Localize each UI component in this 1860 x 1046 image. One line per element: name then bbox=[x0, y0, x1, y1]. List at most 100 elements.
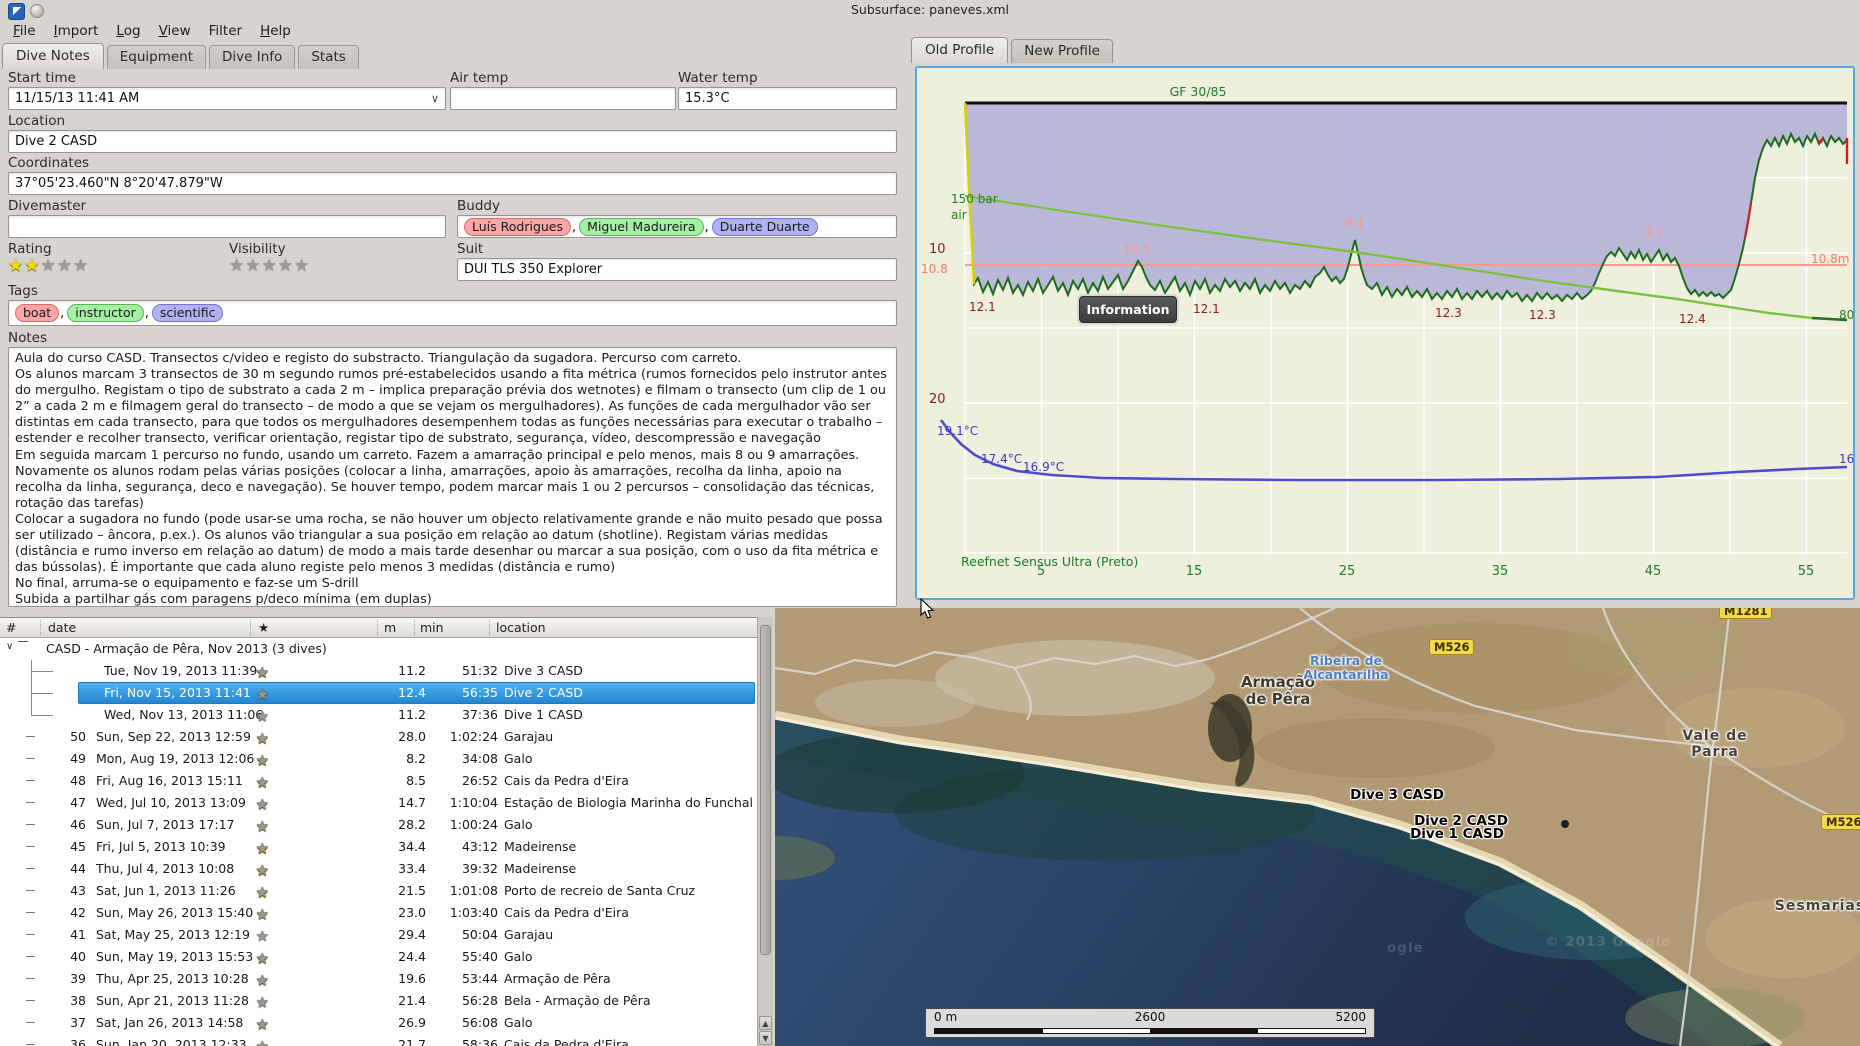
tags-label: Tags bbox=[8, 283, 38, 299]
dive-row[interactable]: Tue, Nov 19, 2013 11:39 ★ ★ ★ ★ ★ 11.2 51:32 Div… bbox=[0, 660, 757, 682]
tab-dive-info[interactable]: Dive Info bbox=[209, 45, 296, 69]
scroll-down-icon[interactable]: ▼ bbox=[759, 1031, 772, 1045]
menu-log[interactable]: Log bbox=[107, 22, 149, 40]
dive-row[interactable]: 43 Sat, Jun 1, 2013 11:26 ★ ★ ★ ★ ★ 21.5 1:01:08… bbox=[0, 880, 757, 902]
dive-row[interactable]: 44 Thu, Jul 4, 2013 10:08 ★ ★ ★ ★ ★ 33.4 39:32 Ma… bbox=[0, 858, 757, 880]
chart-peak-label: 9.1 bbox=[1345, 216, 1365, 230]
menu-view[interactable]: View bbox=[150, 22, 200, 40]
chevron-down-icon[interactable]: ∨ bbox=[431, 92, 439, 105]
dive-row[interactable]: 39 Thu, Apr 25, 2013 10:28 ★ ★ ★ ★ ★ 19.6 53:44 A… bbox=[0, 968, 757, 990]
tags-input[interactable]: boat, instructor, scientific bbox=[8, 300, 897, 326]
tag-chip[interactable]: instructor bbox=[67, 304, 144, 322]
menu-import[interactable]: Import bbox=[45, 22, 108, 40]
star-empty-icon: ★ bbox=[294, 256, 311, 276]
star-empty-icon: ★ bbox=[73, 256, 90, 276]
dive-row[interactable]: 48 Fri, Aug 16, 2013 15:11 ★ ★ ★ ★ ★ 8.5 26:52 Ca… bbox=[0, 770, 757, 792]
time-axis-label: 5 bbox=[1036, 564, 1046, 579]
depth-axis-label: 20 bbox=[929, 392, 946, 407]
dive-row[interactable]: 41 Sat, May 25, 2013 12:19 ★ ★ ★ ★ ★ 29.4 50:04 G… bbox=[0, 924, 757, 946]
column-header-2[interactable]: ★ bbox=[258, 620, 269, 635]
column-header-1[interactable]: date bbox=[48, 620, 76, 635]
star-empty-icon: ★ bbox=[256, 973, 271, 989]
rating-stars[interactable]: ★★★★★ bbox=[8, 256, 89, 276]
start-time-input[interactable]: 11/15/13 11:41 AM ∨ bbox=[8, 87, 446, 110]
scrollbar-thumb[interactable] bbox=[760, 625, 771, 955]
tag-chip[interactable]: boat bbox=[15, 304, 60, 322]
dive-row[interactable]: Fri, Nov 15, 2013 11:41 ★ ★ ★ ★ ★ 12.4 56:35 Div… bbox=[0, 682, 757, 704]
start-time-label: Start time bbox=[8, 70, 76, 86]
dive-row[interactable]: 40 Sun, May 19, 2013 15:53 ★ ★ ★ ★ ★ 24.4 55:40 G… bbox=[0, 946, 757, 968]
star-empty-icon: ★ bbox=[256, 665, 271, 681]
coordinates-input[interactable]: 37°05'23.460"N 8°20'47.879"W bbox=[8, 172, 897, 195]
column-header-4[interactable]: min bbox=[420, 620, 444, 635]
gf-label: GF 30/85 bbox=[1169, 84, 1227, 99]
dive-row[interactable]: 36Sun, Jan 20, 2013 12:33★★★★★21.758:36C… bbox=[0, 1034, 757, 1046]
chart-mean-label: 10.8m bbox=[1811, 252, 1850, 266]
dive-row[interactable]: Wed, Nov 13, 2013 11:06 ★ ★ ★ ★ ★ 11.2 37:36 Div… bbox=[0, 704, 757, 726]
scale-end: 5200 bbox=[1335, 1010, 1366, 1024]
star-empty-icon: ★ bbox=[256, 863, 271, 879]
dive-site-label: Dive 3 CASD bbox=[1350, 787, 1444, 803]
visibility-stars[interactable]: ★★★★★ bbox=[229, 256, 310, 276]
water-temp-input[interactable]: 15.3°C bbox=[678, 87, 897, 110]
menu-help[interactable]: Help bbox=[251, 22, 300, 40]
dive-row[interactable]: 42 Sun, May 26, 2013 15:40 ★ ★ ★ ★ ★ 23.0 1:03:4… bbox=[0, 902, 757, 924]
dive-list-header[interactable]: # date ★ m min location bbox=[0, 618, 757, 638]
chart-pressure-label: 80 bbox=[1839, 308, 1855, 322]
chart-mean-label: 10.8 bbox=[921, 262, 948, 276]
dive-row[interactable]: 38 Sun, Apr 21, 2013 11:28 ★ ★ ★ ★ ★ 21.4 56:28 B… bbox=[0, 990, 757, 1012]
trip-group-row[interactable]: ∨ CASD - Armação de Pêra, Nov 2013 (3 div… bbox=[0, 638, 757, 660]
dive-row[interactable]: 45 Fri, Jul 5, 2013 10:39 ★ ★ ★ ★ ★ 34.4 43:12 Ma… bbox=[0, 836, 757, 858]
divemaster-label: Divemaster bbox=[8, 198, 87, 214]
location-input[interactable]: Dive 2 CASD bbox=[8, 130, 897, 153]
buddy-input[interactable]: Luís Rodrigues, Miguel Madureira, Duarte D… bbox=[457, 215, 897, 238]
column-header-0[interactable]: # bbox=[6, 620, 16, 635]
map-place-label: Ribeira de Alcantarilha bbox=[1303, 653, 1389, 682]
column-header-5[interactable]: location bbox=[496, 620, 546, 635]
buddy-chip[interactable]: Miguel Madureira bbox=[579, 218, 704, 236]
buddy-chip[interactable]: Luís Rodrigues bbox=[464, 218, 572, 236]
divemaster-input[interactable] bbox=[8, 215, 446, 238]
scroll-up-icon[interactable]: ▲ bbox=[759, 1016, 772, 1030]
dive-site-label: Dive 1 CASD bbox=[1410, 826, 1504, 842]
menu-file[interactable]: File bbox=[4, 22, 45, 40]
map-place-label: Vale de Parra bbox=[1682, 728, 1748, 760]
air-temp-input[interactable] bbox=[450, 87, 676, 110]
tab-stats[interactable]: Stats bbox=[298, 45, 359, 69]
star-empty-icon: ★ bbox=[40, 256, 57, 276]
depth-axis-label: 10 bbox=[929, 242, 946, 257]
menu-bar: File Import Log View Filter Help bbox=[4, 22, 300, 42]
dive-row[interactable]: 47 Wed, Jul 10, 2013 13:09 ★ ★ ★ ★ ★ 14.7 1:10:0… bbox=[0, 792, 757, 814]
star-filled-icon: ★ bbox=[24, 256, 41, 276]
tag-chip[interactable]: scientific bbox=[151, 304, 224, 322]
scale-bar-segments bbox=[934, 1028, 1366, 1034]
tab-old-profile[interactable]: Old Profile bbox=[911, 37, 1009, 63]
tab-equipment[interactable]: Equipment bbox=[106, 45, 207, 69]
water-temp-label: Water temp bbox=[678, 70, 758, 86]
dive-row[interactable]: 50 Sun, Sep 22, 2013 12:59 ★ ★ ★ ★ ★ 28.0 1:02:2… bbox=[0, 726, 757, 748]
subsurface-window: Subsurface: paneves.xml File Import Log Vie… bbox=[0, 0, 1860, 1046]
dive-site-marker[interactable] bbox=[1561, 820, 1569, 828]
dive-site-map[interactable]: Armação de Pêra Ribeira de Alcantarilha Va… bbox=[775, 608, 1860, 1046]
dive-list-scrollbar[interactable]: ▲ ▼ bbox=[757, 617, 773, 1046]
tab-new-profile[interactable]: New Profile bbox=[1011, 39, 1113, 63]
star-empty-icon: ★ bbox=[256, 819, 271, 835]
column-header-3[interactable]: m bbox=[384, 620, 396, 635]
dive-row[interactable]: 49 Mon, Aug 19, 2013 12:06 ★ ★ ★ ★ ★ 8.2 34:08 Ga… bbox=[0, 748, 757, 770]
chart-temp-label: 16 bbox=[1839, 452, 1855, 466]
star-empty-icon: ★ bbox=[256, 907, 271, 923]
dive-row[interactable]: 37 Sat, Jan 26, 2013 14:58 ★ ★ ★ ★ ★ 26.9 56:08 G… bbox=[0, 1012, 757, 1034]
menu-filter[interactable]: Filter bbox=[200, 22, 251, 40]
dive-row[interactable]: 46 Sun, Jul 7, 2013 17:17 ★ ★ ★ ★ ★ 28.2 1:00:24… bbox=[0, 814, 757, 836]
collapse-icon[interactable]: ∨ bbox=[6, 641, 13, 652]
dive-list-table: # date ★ m min location ∨ CASD - Armação de Pê… bbox=[0, 617, 757, 1046]
map-scale-bar: 0 m 2600 5200 bbox=[925, 1008, 1375, 1038]
buddy-chip[interactable]: Duarte Duarte bbox=[711, 218, 818, 236]
suit-input[interactable]: DUI TLS 350 Explorer bbox=[457, 258, 897, 281]
information-button[interactable]: Information bbox=[1077, 294, 1179, 325]
tab-dive-notes[interactable]: Dive Notes bbox=[2, 43, 104, 69]
notes-textarea[interactable]: Aula do curso CASD. Transectos c/video e… bbox=[8, 347, 897, 607]
scale-mid: 2600 bbox=[1134, 1010, 1166, 1024]
chart-peak-label: 10.5 bbox=[1123, 242, 1150, 256]
star-empty-icon: ★ bbox=[256, 709, 271, 725]
